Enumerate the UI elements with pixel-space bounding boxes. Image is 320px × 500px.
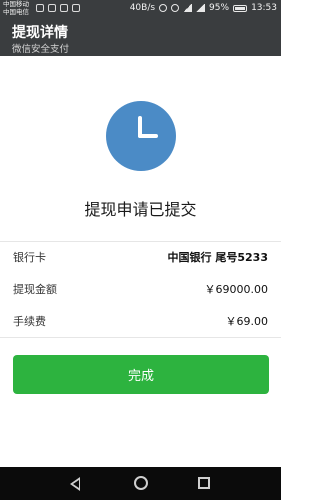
clock-time: 13:53 (251, 3, 277, 13)
signal-icon-2 (196, 4, 206, 12)
system-nav-bar (0, 467, 281, 500)
notification-icons (36, 4, 80, 12)
bank-value: 中国银行 尾号5233 (167, 251, 268, 264)
clock-icon (106, 101, 176, 171)
detail-row-fee: 手续费 ￥69.00 (0, 307, 281, 337)
home-icon[interactable] (134, 476, 148, 490)
net-speed: 40B/s (129, 3, 156, 13)
carrier-info: 中国移动 中国电信 (3, 0, 29, 16)
detail-row-amount: 提现金额 ￥69000.00 (0, 275, 281, 305)
battery-icon (233, 4, 248, 12)
recent-apps-icon[interactable] (198, 477, 210, 489)
detail-row-bank: 银行卡 中国银行 尾号5233 (0, 243, 281, 273)
signal-icon (183, 4, 193, 12)
status-message: 提现申请已提交 (84, 200, 197, 219)
back-icon[interactable] (70, 477, 80, 491)
clock-hand-hour (138, 134, 158, 138)
page-title: 提现详情 (12, 25, 68, 41)
battery-percent: 95% (209, 3, 230, 13)
message-notification-icon (48, 4, 56, 12)
title-bar: 提现详情 微信安全支付 (0, 19, 281, 56)
done-button[interactable]: 完成 (13, 355, 269, 394)
mute-icon (159, 4, 168, 12)
page-subtitle: 微信安全支付 (12, 44, 70, 55)
fee-value: ￥69.00 (225, 315, 269, 328)
status-right: 40B/s 95% 13:53 (130, 3, 277, 13)
divider (0, 241, 281, 242)
status-bar: 中国移动 中国电信 40B/s 95% 13:53 (0, 0, 281, 19)
wechat-notification-icon (36, 4, 44, 12)
divider (0, 337, 281, 338)
fee-label: 手续费 (13, 315, 46, 328)
settings-notification-icon (60, 4, 68, 12)
bank-label: 银行卡 (13, 251, 46, 264)
amount-value: ￥69000.00 (204, 283, 269, 296)
amount-label: 提现金额 (13, 283, 57, 296)
wifi-icon (171, 4, 180, 12)
image-notification-icon (72, 4, 80, 12)
carrier-2: 中国电信 (3, 7, 29, 16)
